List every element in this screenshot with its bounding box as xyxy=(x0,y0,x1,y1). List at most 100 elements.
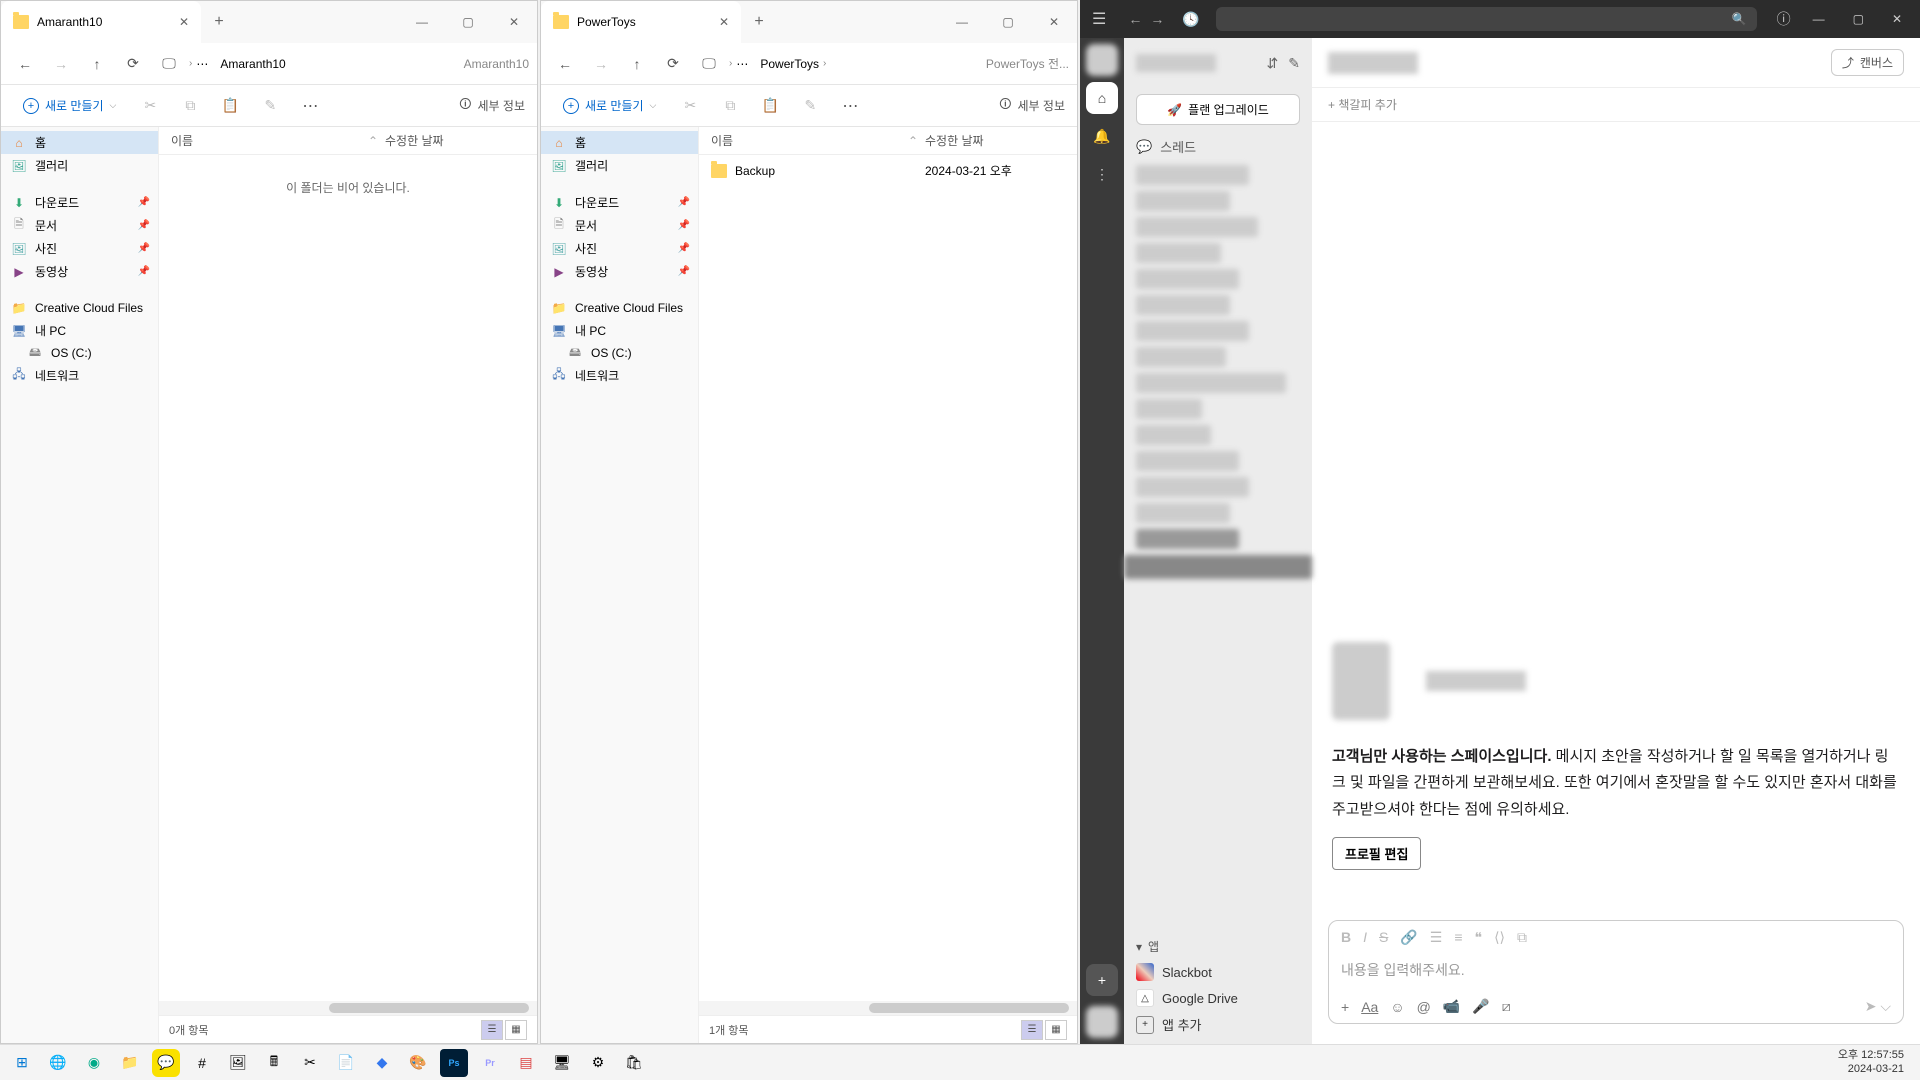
sidebar-item-documents[interactable]: 🗎문서📌 xyxy=(1,214,158,237)
minimize-button[interactable]: — xyxy=(1803,12,1835,26)
channel-item[interactable] xyxy=(1136,217,1258,237)
pc-icon[interactable]: 🖵 xyxy=(693,48,725,80)
channel-item[interactable] xyxy=(1136,295,1230,315)
paint-icon[interactable]: 🎨 xyxy=(404,1049,432,1077)
clock[interactable]: 오후 12:57:55 2024-03-21 xyxy=(1838,1049,1912,1075)
link-button[interactable]: 🔗 xyxy=(1400,929,1417,946)
close-button[interactable]: ✕ xyxy=(1031,6,1077,38)
details-view-button[interactable]: ☰ xyxy=(481,1020,503,1040)
sidebar-item-ccf[interactable]: 📁Creative Cloud Files xyxy=(1,297,158,319)
app-icon[interactable]: 🖥 xyxy=(548,1049,576,1077)
pc-icon[interactable]: 🖵 xyxy=(153,48,185,80)
up-button[interactable]: ↑ xyxy=(81,48,113,80)
attach-button[interactable]: + xyxy=(1341,999,1349,1015)
close-button[interactable]: ✕ xyxy=(491,6,537,38)
scrollbar-horizontal[interactable] xyxy=(699,1001,1077,1015)
refresh-button[interactable]: ⟳ xyxy=(117,48,149,80)
italic-button[interactable]: I xyxy=(1363,929,1367,946)
col-sort-icon[interactable]: ⌃ xyxy=(901,134,925,148)
explorer-icon[interactable]: 📁 xyxy=(116,1049,144,1077)
sidebar-item-downloads[interactable]: ⬇다운로드📌 xyxy=(1,191,158,214)
store-icon[interactable]: 🛍 xyxy=(620,1049,648,1077)
channel-item[interactable] xyxy=(1136,373,1286,393)
app-icon[interactable]: ◆ xyxy=(368,1049,396,1077)
new-button[interactable]: + 새로 만들기 ⌵ xyxy=(553,93,666,118)
more-button[interactable]: ⋯ xyxy=(294,90,326,122)
new-button[interactable]: + 새로 만들기 ⌵ xyxy=(13,93,126,118)
chrome-icon[interactable]: 🌐 xyxy=(44,1049,72,1077)
new-tab-button[interactable]: + xyxy=(201,13,237,31)
apps-header[interactable]: ▾ 앱 xyxy=(1124,934,1312,959)
maximize-button[interactable]: ▢ xyxy=(1843,12,1874,26)
channel-item[interactable] xyxy=(1136,165,1249,185)
sidebar-item-osc[interactable]: 🖴OS (C:) xyxy=(541,342,698,364)
strike-button[interactable]: S xyxy=(1379,929,1388,946)
sidebar-item-pc[interactable]: 🖥내 PC xyxy=(541,319,698,342)
message-input[interactable]: 내용을 입력해주세요. xyxy=(1329,954,1903,990)
shortcut-button[interactable]: ⧄ xyxy=(1502,998,1511,1015)
file-row[interactable]: Backup 2024-03-21 오후 xyxy=(699,159,1077,182)
forward-button[interactable]: → xyxy=(585,48,617,80)
sidebar-item-pictures[interactable]: 🖼사진📌 xyxy=(541,237,698,260)
sidebar-item-downloads[interactable]: ⬇다운로드📌 xyxy=(541,191,698,214)
channel-item[interactable] xyxy=(1136,269,1239,289)
detail-button[interactable]: 🛈 세부 정보 xyxy=(999,95,1065,116)
breadcrumb-item[interactable]: PowerToys xyxy=(760,57,819,71)
rename-button[interactable]: ✎ xyxy=(794,90,826,122)
paste-button[interactable]: 📋 xyxy=(214,90,246,122)
forward-button[interactable]: → xyxy=(1150,11,1164,27)
filter-icon[interactable]: ⇵ xyxy=(1267,55,1279,72)
sidebar-item-gallery[interactable]: 🖼갤러리 xyxy=(541,154,698,177)
copy-button[interactable]: ⧉ xyxy=(714,90,746,122)
breadcrumb-item[interactable]: Amaranth10 xyxy=(220,57,285,71)
back-button[interactable]: ← xyxy=(9,48,41,80)
app-icon[interactable]: ▤ xyxy=(512,1049,540,1077)
rename-button[interactable]: ✎ xyxy=(254,90,286,122)
channel-item[interactable] xyxy=(1136,191,1230,211)
more-crumb[interactable]: ⋯ xyxy=(736,57,748,71)
close-button[interactable]: ✕ xyxy=(1882,12,1912,26)
emoji-button[interactable]: ☺ xyxy=(1390,999,1404,1015)
edit-profile-button[interactable]: 프로필 편집 xyxy=(1332,837,1421,870)
dm-item[interactable] xyxy=(1136,451,1239,471)
refresh-button[interactable]: ⟳ xyxy=(657,48,689,80)
breadcrumb[interactable]: PowerToys › xyxy=(760,57,826,71)
mic-button[interactable]: 🎤 xyxy=(1472,998,1489,1015)
dm-item[interactable] xyxy=(1136,529,1239,549)
channel-name[interactable] xyxy=(1328,52,1418,74)
col-date[interactable]: 수정한 날짜 xyxy=(385,132,525,149)
close-icon[interactable]: ✕ xyxy=(179,15,189,29)
kakaotalk-icon[interactable]: 💬 xyxy=(152,1049,180,1077)
font-button[interactable]: Aa xyxy=(1361,999,1378,1015)
dm-item[interactable] xyxy=(1136,503,1230,523)
more-icon[interactable]: ⋮ xyxy=(1086,158,1118,190)
icons-view-button[interactable]: ▦ xyxy=(505,1020,527,1040)
more-crumb[interactable]: ⋯ xyxy=(196,57,208,71)
snipping-icon[interactable]: ✂ xyxy=(296,1049,324,1077)
scrollbar-horizontal[interactable] xyxy=(159,1001,537,1015)
photoshop-icon[interactable]: Ps xyxy=(440,1049,468,1077)
quote-button[interactable]: ❝ xyxy=(1475,929,1483,946)
sidebar-item-gallery[interactable]: 🖼갤러리 xyxy=(1,154,158,177)
video-button[interactable]: 📹 xyxy=(1443,998,1460,1015)
add-bookmark[interactable]: + 책갈피 추가 xyxy=(1312,88,1920,122)
minimize-button[interactable]: — xyxy=(939,6,985,38)
back-button[interactable]: ← xyxy=(1128,11,1142,27)
help-icon[interactable]: ⓘ xyxy=(1777,9,1791,29)
paste-button[interactable]: 📋 xyxy=(754,90,786,122)
app-slackbot[interactable]: Slackbot xyxy=(1124,959,1312,985)
sidebar-item-home[interactable]: ⌂홈 xyxy=(1,131,158,154)
search-input[interactable]: 🔍 xyxy=(1216,7,1757,31)
cut-button[interactable]: ✂ xyxy=(674,90,706,122)
photos-icon[interactable]: 🖼 xyxy=(224,1049,252,1077)
maximize-button[interactable]: ▢ xyxy=(445,6,491,38)
settings-icon[interactable]: ⚙ xyxy=(584,1049,612,1077)
col-name[interactable]: 이름 xyxy=(711,132,901,149)
sidebar-item-ccf[interactable]: 📁Creative Cloud Files xyxy=(541,297,698,319)
start-button[interactable]: ⊞ xyxy=(8,1049,36,1077)
details-view-button[interactable]: ☰ xyxy=(1021,1020,1043,1040)
list-button[interactable]: ☰ xyxy=(1430,929,1443,946)
col-name[interactable]: 이름 xyxy=(171,132,361,149)
notifications-icon[interactable]: 🔔 xyxy=(1086,120,1118,152)
sidebar-item-pictures[interactable]: 🖼사진📌 xyxy=(1,237,158,260)
